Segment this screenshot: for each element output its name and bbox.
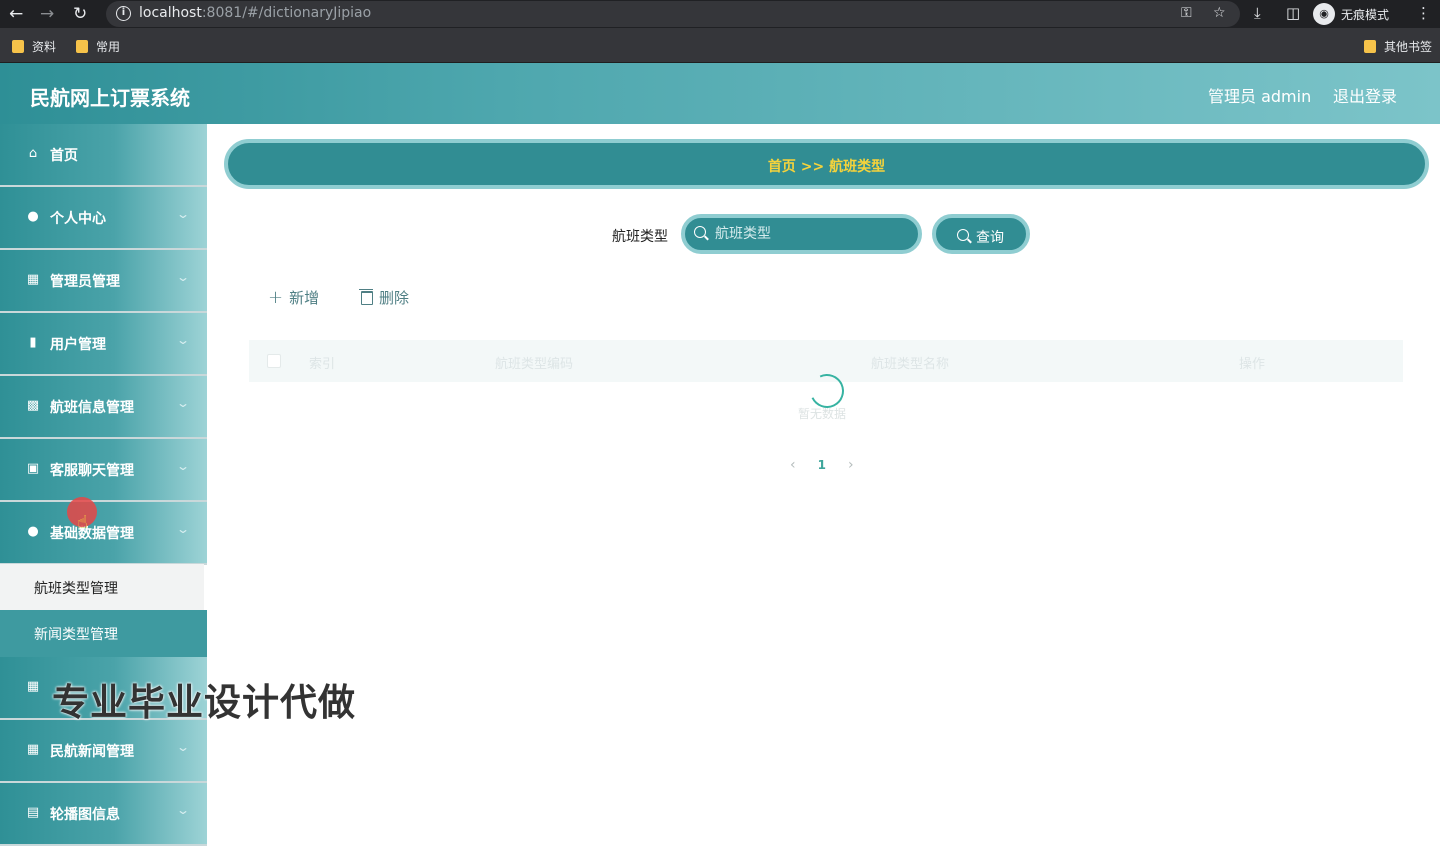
chevron-up-icon: ⌄ [175, 522, 191, 536]
other-bookmarks[interactable]: 其他书签 [1364, 38, 1432, 55]
grid-icon: ▦ [26, 679, 40, 694]
chevron-down-icon: ⌄ [175, 333, 191, 347]
bookmark-folder[interactable]: 资料 [12, 38, 56, 55]
menu-icon[interactable]: ⋮ [1416, 4, 1431, 22]
sidebar-item-flights[interactable]: ▩ 航班信息管理 ⌄ [0, 376, 207, 439]
column-header: 操作 [1239, 357, 1266, 372]
select-all-checkbox[interactable] [267, 354, 281, 368]
download-icon[interactable]: ⤓ [1254, 4, 1261, 22]
search-icon [957, 229, 969, 241]
home-icon: ⌂ [28, 146, 38, 161]
incognito-indicator[interactable]: ◉ 无痕模式 [1313, 2, 1389, 26]
app-header: 民航网上订票系统 管理员 admin 退出登录 [0, 63, 1440, 124]
grid-icon: ▦ [26, 272, 40, 287]
url-text: localhost:8081/#/dictionaryJipiao [139, 5, 372, 21]
chevron-down-icon: ⌄ [175, 270, 191, 284]
chat-icon: ▣ [26, 461, 40, 476]
chevron-down-icon: ⌄ [175, 803, 191, 817]
bookmarks-bar: 资料 常用 其他书签 [0, 28, 1440, 63]
sidebar-item-basedata[interactable]: ● 基础数据管理 ⌄ [0, 502, 207, 565]
submenu-news-type[interactable]: 新闻类型管理 [0, 610, 207, 657]
watermark: 专业毕业设计代做 [52, 681, 356, 724]
chevron-down-icon: ⌄ [175, 207, 191, 221]
bookmark-folder[interactable]: 常用 [76, 38, 120, 55]
next-page-icon[interactable]: › [848, 457, 854, 473]
breadcrumb: 首页 >> 航班类型 [224, 139, 1429, 189]
search-icon [694, 226, 706, 238]
key-icon[interactable]: ⚿ [1181, 5, 1192, 21]
user-icon: ● [27, 524, 39, 539]
sidepanel-icon[interactable]: ◫ [1286, 4, 1300, 22]
sidebar-item-home[interactable]: ⌂ 首页 [0, 124, 207, 187]
sidebar-item-users[interactable]: ▮ 用户管理 ⌄ [0, 313, 207, 376]
sidebar-item-profile[interactable]: ● 个人中心 ⌄ [0, 187, 207, 250]
address-bar[interactable]: i localhost:8081/#/dictionaryJipiao ⚿ ☆ [106, 1, 1240, 27]
trash-icon [359, 288, 373, 305]
search-label: 航班类型 [612, 229, 668, 245]
add-button[interactable]: + 新增 [268, 287, 319, 308]
search-box[interactable] [681, 214, 922, 254]
monitor-icon: ▩ [26, 398, 40, 413]
logout-link[interactable]: 退出登录 [1333, 83, 1397, 107]
prev-page-icon[interactable]: ‹ [790, 457, 796, 473]
page-number[interactable]: 1 [818, 458, 826, 472]
hand-cursor-icon: ☝ [77, 512, 88, 533]
column-header: 索引 [309, 357, 336, 372]
chart-icon: ▮ [29, 335, 37, 350]
sidebar-item-admins[interactable]: ▦ 管理员管理 ⌄ [0, 250, 207, 313]
folder-icon [76, 40, 88, 53]
grid-icon: ▦ [26, 742, 40, 757]
browser-toolbar: ← → ↻ i localhost:8081/#/dictionaryJipia… [0, 0, 1440, 28]
clipboard-icon: ▤ [26, 805, 40, 820]
submenu-flight-type[interactable]: 航班类型管理 [0, 564, 204, 610]
current-user: 管理员 admin [1208, 87, 1312, 106]
reload-icon[interactable]: ↻ [73, 4, 87, 24]
column-header: 航班类型编码 [495, 357, 574, 372]
search-input[interactable] [715, 222, 905, 246]
back-icon[interactable]: ← [9, 4, 23, 24]
user-icon: ● [27, 209, 39, 224]
folder-icon [1364, 40, 1376, 53]
incognito-icon: ◉ [1313, 3, 1335, 25]
folder-icon [12, 40, 24, 53]
plus-icon: + [268, 287, 284, 308]
incognito-label: 无痕模式 [1341, 7, 1390, 22]
breadcrumb-text: 首页 >> 航班类型 [767, 159, 886, 175]
chevron-down-icon: ⌄ [175, 396, 191, 410]
app-title: 民航网上订票系统 [30, 86, 190, 110]
star-icon[interactable]: ☆ [1213, 5, 1226, 21]
pagination: ‹ 1 › [790, 457, 854, 473]
chevron-down-icon: ⌄ [175, 459, 191, 473]
sidebar-item-chat[interactable]: ▣ 客服聊天管理 ⌄ [0, 439, 207, 502]
sidebar-item-news[interactable]: ▦ 民航新闻管理 ⌄ [0, 720, 207, 783]
forward-icon[interactable]: → [40, 4, 54, 24]
delete-button[interactable]: 删除 [359, 287, 409, 308]
query-button[interactable]: 查询 [932, 214, 1030, 254]
site-info-icon[interactable]: i [116, 6, 131, 21]
sidebar-item-carousel[interactable]: ▤ 轮播图信息 ⌄ [0, 783, 207, 846]
chevron-down-icon: ⌄ [175, 740, 191, 754]
column-header: 航班类型名称 [871, 357, 950, 372]
